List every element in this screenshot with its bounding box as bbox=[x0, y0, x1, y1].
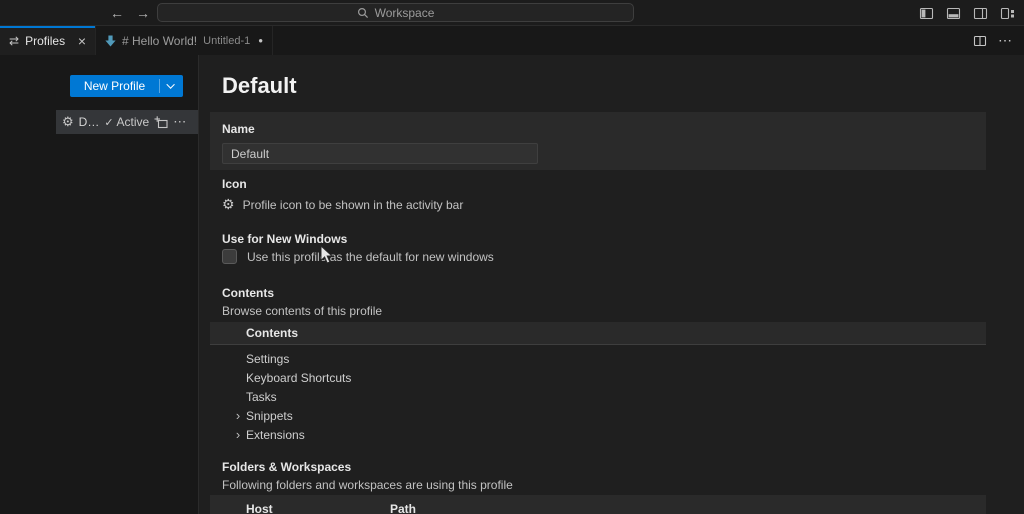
contents-row-extensions[interactable]: › Extensions bbox=[210, 425, 986, 444]
customize-layout-icon[interactable] bbox=[1000, 6, 1015, 21]
tab-hello-world-description: Untitled-1 bbox=[203, 34, 251, 47]
tab-hello-world-label: # Hello World! bbox=[122, 33, 198, 48]
toggle-primary-sidebar-icon[interactable] bbox=[919, 6, 934, 21]
folders-section-label: Folders & Workspaces bbox=[222, 460, 352, 474]
folders-table-header: Host Path bbox=[210, 495, 986, 514]
more-actions-icon[interactable]: ⋯ bbox=[998, 32, 1013, 49]
icon-description: Profile icon to be shown in the activity… bbox=[242, 197, 464, 212]
use-for-new-windows-label: Use this profile as the default for new … bbox=[247, 249, 494, 264]
tab-profiles-label: Profiles bbox=[25, 33, 66, 48]
column-header-host: Host bbox=[246, 502, 273, 514]
contents-row-snippets[interactable]: › Snippets bbox=[210, 406, 986, 425]
profile-icon-gear[interactable]: ⚙ bbox=[222, 196, 235, 213]
new-windows-section-label: Use for New Windows bbox=[222, 232, 348, 246]
use-for-new-windows-checkbox[interactable] bbox=[222, 249, 237, 264]
profile-item-name: D… bbox=[78, 115, 100, 129]
tab-hello-world[interactable]: # Hello World! Untitled-1 ● bbox=[96, 26, 274, 55]
contents-section-label: Contents bbox=[222, 286, 274, 300]
gear-icon: ⚙ bbox=[62, 114, 74, 129]
contents-row-tasks[interactable]: Tasks bbox=[210, 387, 986, 406]
icon-picker[interactable]: ⚙ Profile icon to be shown in the activi… bbox=[222, 196, 463, 213]
editor-tab-bar: ⇄ Profiles × # Hello World! Untitled-1 ●… bbox=[0, 26, 1024, 55]
profile-editor: Default Name Icon ⚙ Profile icon to be s… bbox=[200, 55, 1024, 514]
name-section: Name bbox=[210, 112, 986, 170]
profile-list-item-default[interactable]: ⚙ D… ✓ Active ⋯ bbox=[56, 110, 198, 134]
contents-table-header: Contents bbox=[210, 322, 986, 345]
search-icon bbox=[357, 7, 368, 18]
profiles-sidebar: New Profile ⚙ D… ✓ Active ⋯ bbox=[0, 55, 199, 514]
new-profile-button-label[interactable]: New Profile bbox=[70, 75, 159, 97]
new-window-with-profile-icon[interactable] bbox=[154, 115, 168, 129]
modified-dot-icon[interactable]: ● bbox=[258, 36, 263, 45]
close-tab-icon[interactable]: × bbox=[78, 34, 86, 48]
profile-more-actions-icon[interactable]: ⋯ bbox=[173, 114, 187, 130]
profile-name-input[interactable] bbox=[222, 143, 538, 164]
tab-profiles[interactable]: ⇄ Profiles × bbox=[0, 26, 96, 55]
toggle-panel-icon[interactable] bbox=[946, 6, 961, 21]
title-bar: ← → Workspace bbox=[0, 0, 1024, 26]
contents-table: Contents Settings Keyboard Shortcuts Tas… bbox=[210, 322, 986, 444]
toggle-secondary-sidebar-icon[interactable] bbox=[973, 6, 988, 21]
markdown-file-icon bbox=[105, 35, 116, 46]
chevron-right-icon[interactable]: › bbox=[231, 408, 245, 423]
nav-back-icon[interactable]: ← bbox=[110, 5, 124, 21]
active-badge: ✓ Active bbox=[104, 115, 149, 129]
chevron-down-icon bbox=[165, 80, 175, 89]
column-header-path: Path bbox=[390, 502, 417, 514]
command-center-search[interactable]: Workspace bbox=[157, 3, 634, 22]
page-title: Default bbox=[222, 73, 297, 98]
new-profile-dropdown-button[interactable] bbox=[160, 75, 183, 97]
split-editor-icon[interactable] bbox=[973, 34, 987, 48]
name-label: Name bbox=[222, 122, 255, 136]
contents-row-settings[interactable]: Settings bbox=[210, 349, 986, 368]
new-profile-button[interactable]: New Profile bbox=[70, 75, 183, 97]
active-badge-label: Active bbox=[116, 115, 150, 129]
command-center-label: Workspace bbox=[374, 5, 435, 20]
chevron-right-icon[interactable]: › bbox=[231, 427, 245, 442]
contents-row-keyboard-shortcuts[interactable]: Keyboard Shortcuts bbox=[210, 368, 986, 387]
use-for-new-windows-row: Use this profile as the default for new … bbox=[222, 249, 494, 264]
profiles-icon: ⇄ bbox=[9, 33, 20, 48]
check-icon: ✓ bbox=[104, 116, 114, 129]
icon-section-label: Icon bbox=[222, 177, 247, 191]
contents-description: Browse contents of this profile bbox=[222, 304, 383, 318]
folders-description: Following folders and workspaces are usi… bbox=[222, 478, 513, 492]
nav-forward-icon[interactable]: → bbox=[136, 5, 150, 21]
